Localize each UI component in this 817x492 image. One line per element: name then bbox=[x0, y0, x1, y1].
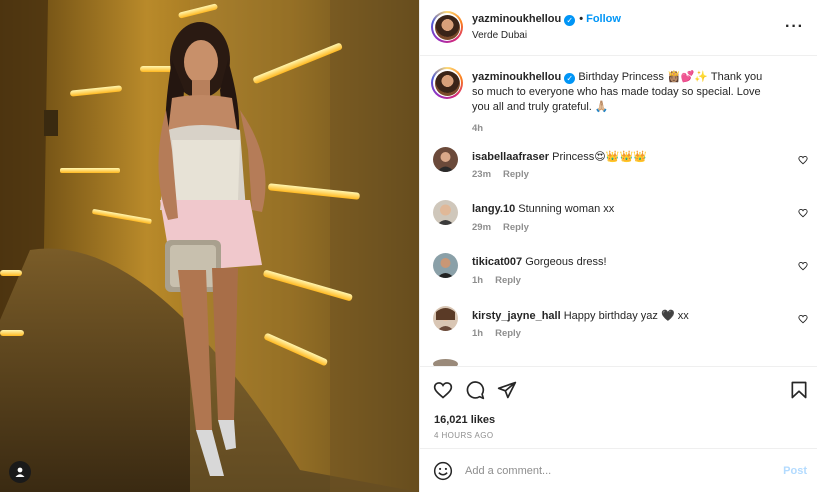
like-comment-heart-icon[interactable] bbox=[798, 261, 808, 271]
comment-row-partial bbox=[420, 359, 817, 366]
verified-badge-icon: ✓ bbox=[564, 73, 576, 84]
commenter-avatar[interactable] bbox=[433, 306, 458, 331]
comment-row: tikicat007 Gorgeous dress! 1h Reply bbox=[420, 253, 817, 306]
likes-count[interactable]: 16,021 likes bbox=[434, 414, 495, 426]
comment-username[interactable]: kirsty_jayne_hall bbox=[472, 310, 561, 322]
verified-badge-icon: ✓ bbox=[564, 15, 576, 26]
comment-text: Stunning woman xx bbox=[518, 203, 615, 215]
heart-icon[interactable] bbox=[433, 380, 453, 400]
reply-button[interactable]: Reply bbox=[503, 222, 529, 233]
bookmark-icon[interactable] bbox=[789, 380, 809, 400]
post-comment-button[interactable]: Post bbox=[783, 465, 807, 477]
post-image bbox=[0, 0, 419, 492]
emoji-icon[interactable] bbox=[433, 461, 453, 481]
tagged-users-button[interactable] bbox=[9, 461, 31, 483]
post-photo[interactable] bbox=[0, 0, 419, 492]
share-icon[interactable] bbox=[497, 380, 517, 400]
separator-dot: • bbox=[579, 13, 584, 25]
comment-composer: Post bbox=[420, 448, 817, 492]
comment-row: isabellaafraser Princess😍👑👑👑 23m Reply bbox=[420, 147, 817, 200]
reply-button[interactable]: Reply bbox=[503, 169, 529, 180]
reply-button[interactable]: Reply bbox=[495, 275, 521, 286]
comment-username[interactable]: langy.10 bbox=[472, 203, 515, 215]
comments-list[interactable]: yazminoukhellou ✓ Birthday Princess 👸🏽💕✨ … bbox=[420, 57, 817, 366]
author-line: yazminoukhellou ✓ • Follow bbox=[472, 13, 621, 26]
reply-button[interactable]: Reply bbox=[495, 328, 521, 339]
comment-icon[interactable] bbox=[465, 380, 485, 400]
commenter-avatar[interactable] bbox=[433, 253, 458, 278]
like-comment-heart-icon[interactable] bbox=[798, 208, 808, 218]
user-icon bbox=[15, 467, 25, 477]
comment-username[interactable]: isabellaafraser bbox=[472, 151, 549, 163]
like-comment-heart-icon[interactable] bbox=[798, 155, 808, 165]
commenter-avatar[interactable] bbox=[433, 359, 458, 366]
commenter-avatar[interactable] bbox=[433, 147, 458, 172]
caption-author-avatar[interactable] bbox=[431, 67, 463, 99]
like-comment-heart-icon[interactable] bbox=[798, 314, 808, 324]
post-caption: yazminoukhellou ✓ Birthday Princess 👸🏽💕✨ … bbox=[472, 70, 772, 136]
comment-time: 1h bbox=[472, 275, 484, 286]
author-username[interactable]: yazminoukhellou bbox=[472, 13, 561, 25]
comment-text: Happy birthday yaz 🖤 xx bbox=[563, 310, 689, 322]
more-options-icon[interactable]: ··· bbox=[785, 18, 804, 36]
post-actions: 16,021 likes 4 HOURS AGO bbox=[420, 366, 817, 456]
comment-input[interactable] bbox=[465, 460, 765, 482]
post-header: yazminoukhellou ✓ • Follow Verde Dubai ··· bbox=[420, 0, 817, 56]
comment-time: 1h bbox=[472, 328, 484, 339]
comment-text: Princess😍👑👑👑 bbox=[552, 151, 647, 163]
instagram-post-modal: yazminoukhellou ✓ • Follow Verde Dubai ··· … bbox=[0, 0, 817, 492]
comment-text: Gorgeous dress! bbox=[525, 256, 607, 268]
comment-username[interactable]: tikicat007 bbox=[472, 256, 522, 268]
post-side-panel: yazminoukhellou ✓ • Follow Verde Dubai ··· … bbox=[419, 0, 817, 492]
post-timestamp: 4 HOURS AGO bbox=[434, 431, 494, 440]
follow-button[interactable]: Follow bbox=[586, 13, 621, 25]
commenter-avatar[interactable] bbox=[433, 200, 458, 225]
comment-row: kirsty_jayne_hall Happy birthday yaz 🖤 x… bbox=[420, 306, 817, 359]
caption-time: 4h bbox=[472, 123, 484, 134]
caption-username[interactable]: yazminoukhellou bbox=[472, 71, 561, 83]
author-avatar[interactable] bbox=[431, 11, 463, 43]
comment-time: 23m bbox=[472, 169, 492, 180]
comment-time: 29m bbox=[472, 222, 492, 233]
post-location[interactable]: Verde Dubai bbox=[472, 30, 527, 41]
comment-row: langy.10 Stunning woman xx 29m Reply bbox=[420, 200, 817, 253]
